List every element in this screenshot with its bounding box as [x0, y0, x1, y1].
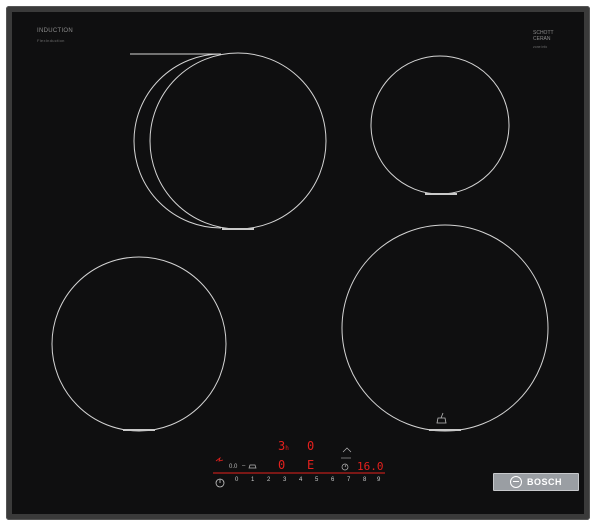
- timer-display: 16.0: [357, 460, 384, 473]
- ceran-label: SCHOTT CERAN zone info: [533, 30, 554, 49]
- zone-display-lower-right: E: [307, 458, 315, 472]
- level-1[interactable]: 1: [251, 477, 254, 483]
- cooking-sensor-icon[interactable]: [342, 447, 352, 453]
- zone-display-lower-left: 0: [278, 458, 286, 472]
- child-lock-icon[interactable]: [248, 464, 257, 469]
- level-9[interactable]: 9: [377, 477, 380, 483]
- bosch-brand-text: BOSCH: [526, 477, 562, 487]
- level-2[interactable]: 2: [267, 477, 270, 483]
- flex-zone-outline: [133, 53, 222, 229]
- level-7[interactable]: 7: [347, 477, 350, 483]
- level-3[interactable]: 3: [283, 477, 286, 483]
- pan-icon: [436, 412, 447, 424]
- timer-icon[interactable]: [341, 463, 349, 471]
- minus-label[interactable]: –: [242, 463, 245, 469]
- level-5[interactable]: 5: [315, 477, 318, 483]
- mode-label[interactable]: 0.0: [229, 464, 237, 470]
- cooking-zones: [51, 52, 549, 488]
- small-zone-outline: [370, 55, 510, 195]
- large-zone-outline: [341, 224, 549, 432]
- level-0[interactable]: 0: [235, 477, 238, 483]
- level-6[interactable]: 6: [331, 477, 334, 483]
- zone-display-upper-left: 3h: [278, 439, 289, 453]
- power-level-scale[interactable]: 0 1 2 3 4 5 6 7 8 9: [215, 477, 383, 489]
- level-4[interactable]: 4: [299, 477, 302, 483]
- induction-label: INDUCTION FlexInduction: [37, 28, 74, 43]
- bosch-badge: BOSCH: [493, 473, 579, 491]
- level-8[interactable]: 8: [363, 477, 366, 483]
- boost-icon[interactable]: [215, 456, 224, 462]
- zone-display-upper-right: 0: [307, 439, 315, 453]
- flex-zone-right-circle: [149, 52, 327, 230]
- bottom-left-zone-outline: [51, 256, 227, 432]
- bosch-logo-icon: [509, 476, 522, 488]
